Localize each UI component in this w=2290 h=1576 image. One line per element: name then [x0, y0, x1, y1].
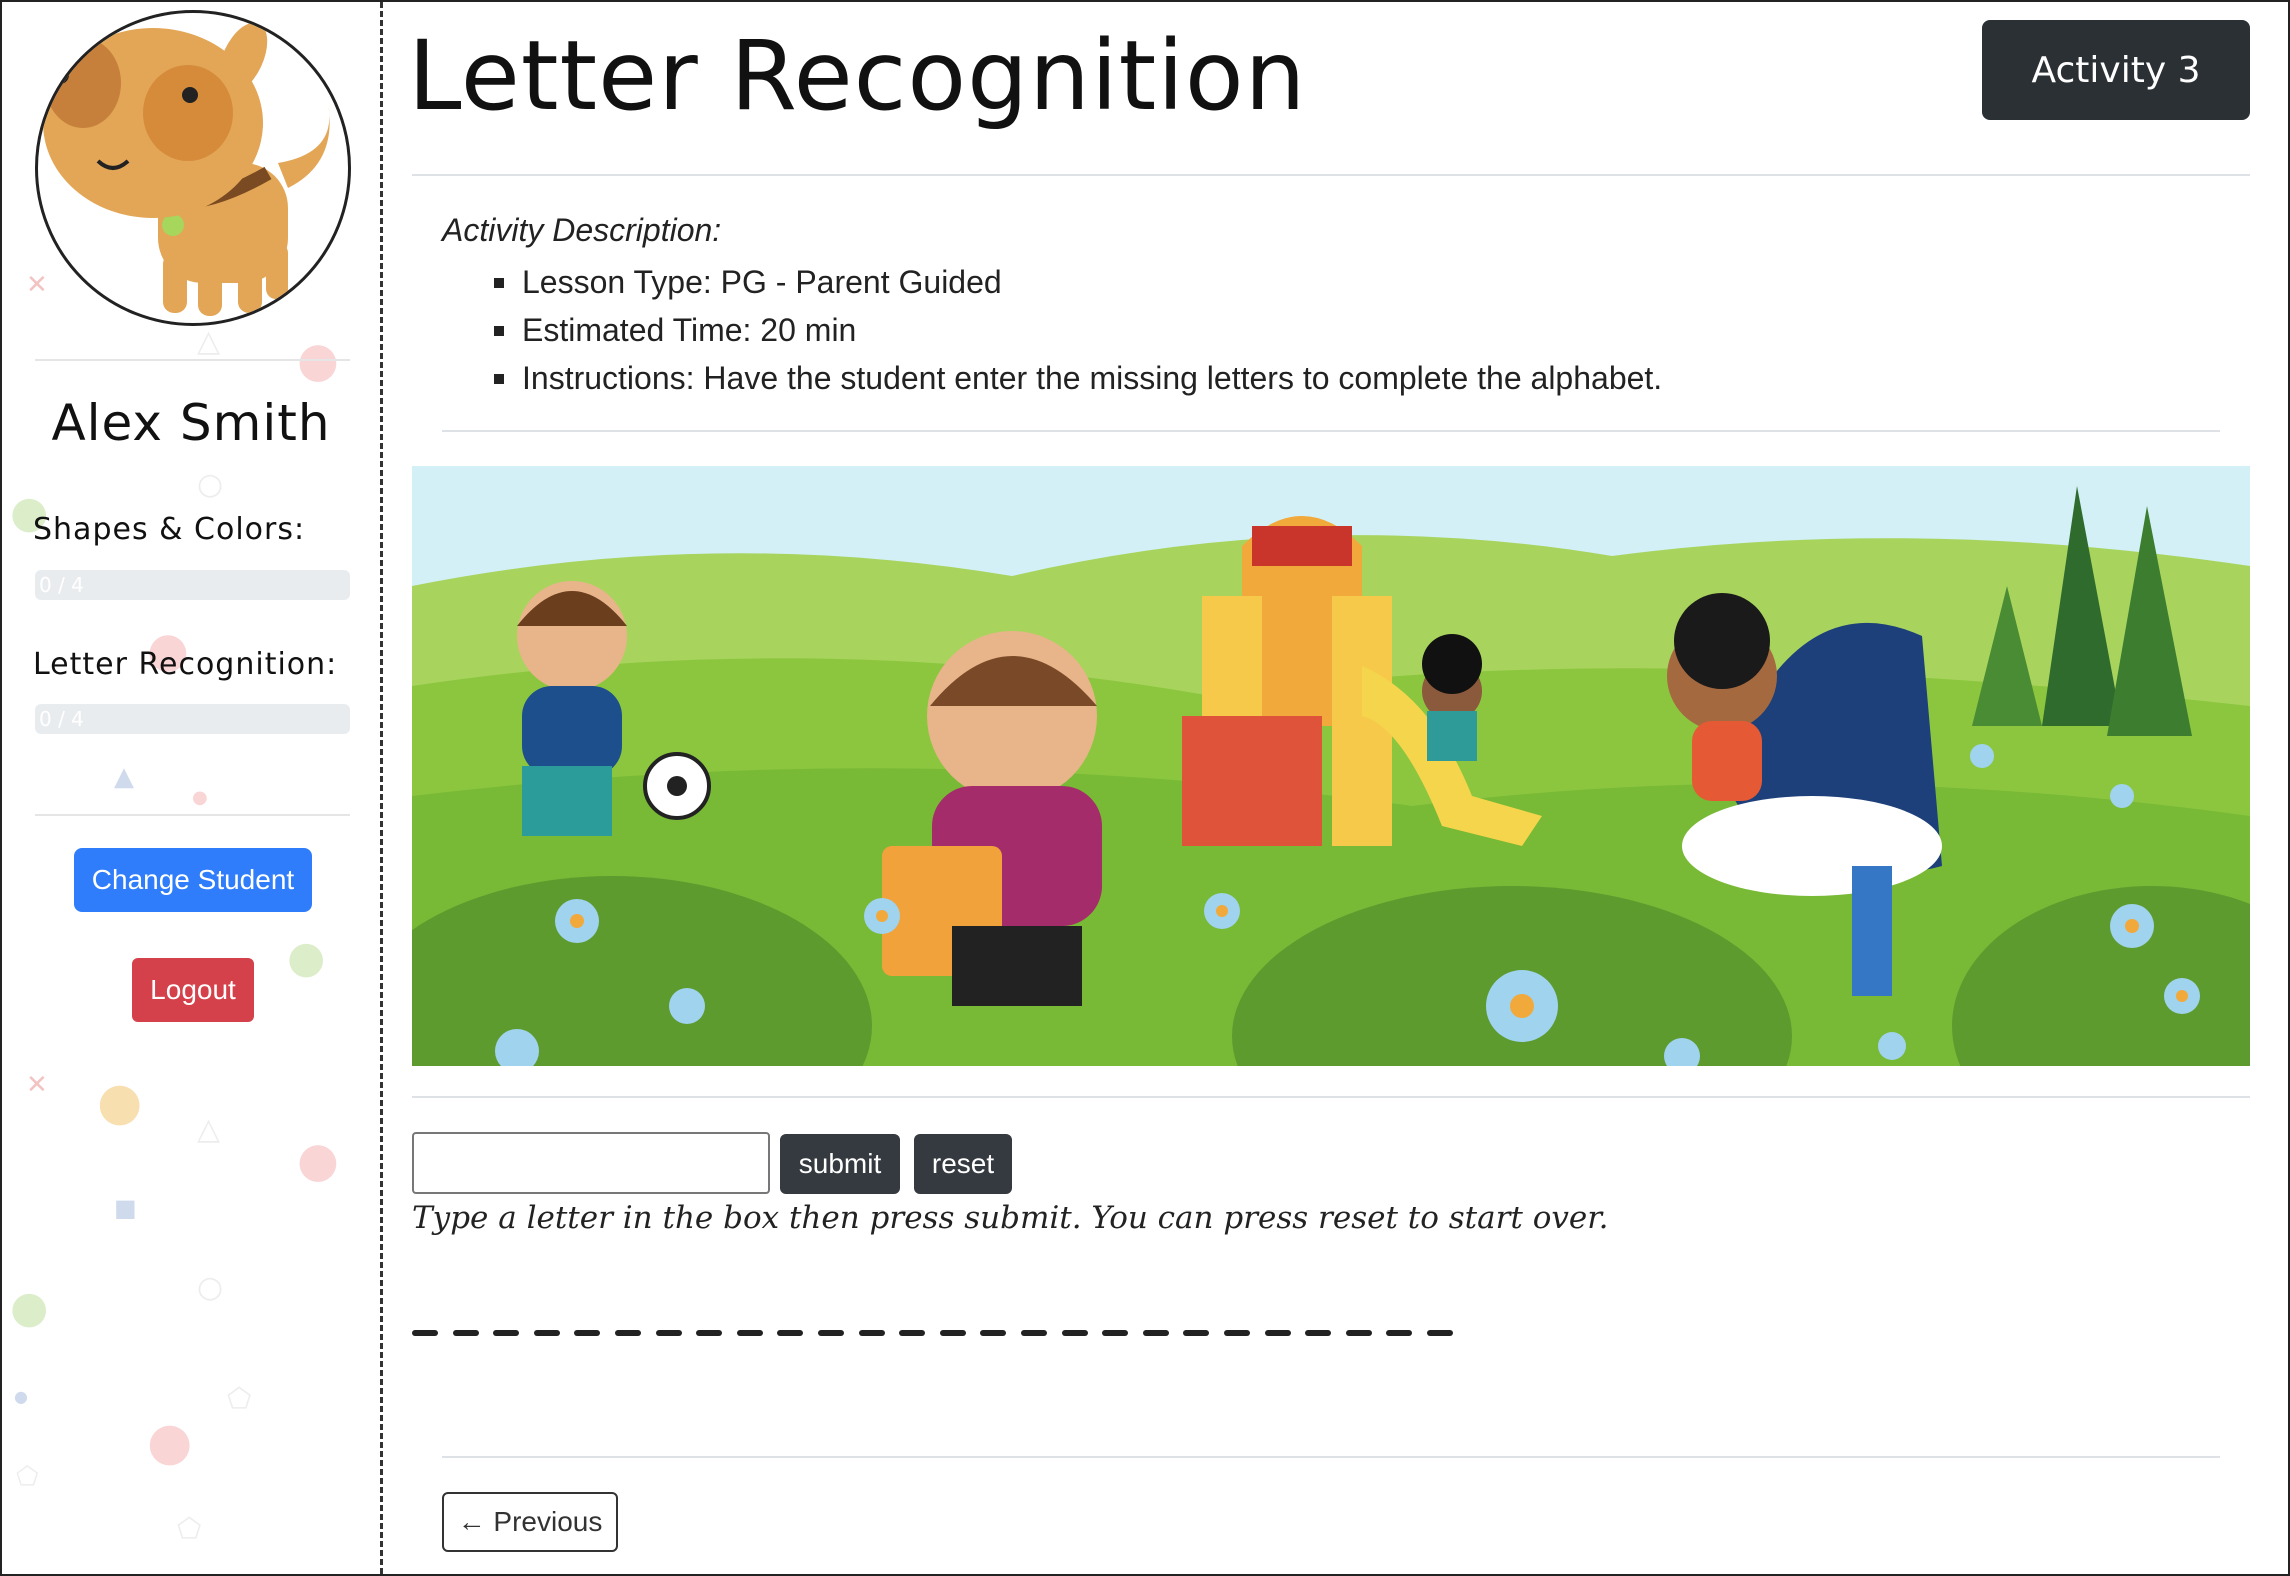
square-decoration-icon: ■	[114, 1194, 137, 1222]
description-item-estimated-time: Estimated Time: 20 min	[490, 306, 1662, 354]
letter-blank	[1427, 1330, 1453, 1336]
triangle-decoration-icon: △	[197, 1112, 221, 1147]
letter-blank	[858, 1330, 885, 1336]
letter-input[interactable]	[412, 1132, 770, 1194]
letter-blank	[1345, 1330, 1372, 1336]
letter-blank	[1386, 1330, 1413, 1336]
letter-blank	[1142, 1330, 1169, 1336]
letter-blank	[777, 1330, 804, 1336]
pentagon-decoration-icon: ⬠	[177, 1512, 202, 1545]
dot-decoration-icon: ●	[14, 1387, 28, 1406]
activity-badge[interactable]: Activity 3	[1982, 20, 2250, 120]
dot-decoration-icon: ●	[192, 787, 208, 808]
sidebar-divider	[35, 814, 350, 816]
change-student-button[interactable]: Change Student	[74, 848, 312, 912]
cat-decoration-icon: ●	[10, 1282, 49, 1333]
pentagon-decoration-icon: ⬠	[16, 1462, 39, 1492]
playground-scene-icon	[412, 466, 2250, 1066]
reset-button[interactable]: reset	[914, 1134, 1012, 1194]
progress-bar-shapes: 0 / 4	[35, 570, 350, 600]
pig-decoration-icon: ●	[297, 1132, 339, 1188]
footer-divider	[442, 1456, 2220, 1458]
letter-blank	[493, 1330, 520, 1336]
letter-blank	[696, 1330, 723, 1336]
header-divider	[412, 174, 2250, 176]
illustration-divider	[412, 1096, 2250, 1098]
letter-blank	[1224, 1330, 1250, 1336]
letter-blank	[1305, 1330, 1332, 1336]
description-item-lesson-type: Lesson Type: PG - Parent Guided	[490, 258, 1662, 306]
circle-decoration-icon: ○	[197, 1270, 224, 1305]
letter-blank	[899, 1330, 926, 1336]
letter-blank	[412, 1330, 438, 1336]
letter-blank	[1183, 1330, 1210, 1336]
submit-button[interactable]: submit	[780, 1134, 900, 1194]
letter-blank	[736, 1330, 763, 1336]
letter-blank	[1264, 1330, 1291, 1336]
progress-label-shapes: Shapes & Colors:	[33, 512, 306, 547]
dog-avatar-icon	[43, 22, 330, 316]
sidebar-divider	[35, 359, 350, 361]
page-title: Letter Recognition	[408, 20, 1307, 132]
letter-blank	[452, 1330, 479, 1336]
student-name: Alex Smith	[51, 394, 331, 452]
letter-blank	[1102, 1330, 1129, 1336]
letter-blank	[980, 1330, 1007, 1336]
logout-button[interactable]: Logout	[132, 958, 254, 1022]
letter-blank	[1021, 1330, 1047, 1336]
cat-decoration-icon: ●	[287, 932, 326, 983]
letter-blank	[655, 1330, 682, 1336]
letter-blank	[574, 1330, 601, 1336]
progress-label-letters: Letter Recognition:	[33, 647, 338, 682]
letter-blank	[818, 1330, 844, 1336]
playground-illustration	[412, 466, 2250, 1066]
pentagon-decoration-icon: ⬠	[227, 1382, 252, 1415]
letter-blank	[1061, 1330, 1088, 1336]
progress-text: 0 / 4	[39, 573, 84, 597]
activity-description-label: Activity Description:	[442, 212, 722, 248]
previous-button[interactable]: ← Previous	[442, 1492, 618, 1552]
avatar	[35, 10, 351, 326]
description-divider	[442, 430, 2220, 432]
x-decoration-icon: ✕	[26, 1070, 48, 1100]
x-decoration-icon: ✕	[26, 270, 48, 300]
letter-blank	[939, 1330, 966, 1336]
lion-decoration-icon: ●	[97, 1072, 143, 1132]
pig-decoration-icon: ●	[147, 1412, 193, 1472]
instruction-hint: Type a letter in the box then press subm…	[412, 1200, 1609, 1236]
sidebar: ✕ ● △ ○ ● ● ▲ ● ● ✕ ● △ ● ■ ○ ● ● ⬠ ● ⬠ …	[2, 2, 383, 1574]
triangle-decoration-icon: △	[197, 324, 221, 359]
description-item-instructions: Instructions: Have the student enter the…	[490, 354, 1662, 402]
letter-blank	[615, 1330, 641, 1336]
progress-text: 0 / 4	[39, 707, 84, 731]
triangle-decoration-icon: ▲	[114, 762, 134, 792]
circle-decoration-icon: ○	[197, 467, 224, 502]
progress-bar-letters: 0 / 4	[35, 704, 350, 734]
activity-description-list: Lesson Type: PG - Parent Guided Estimate…	[490, 258, 1662, 402]
letter-blank	[533, 1330, 560, 1336]
